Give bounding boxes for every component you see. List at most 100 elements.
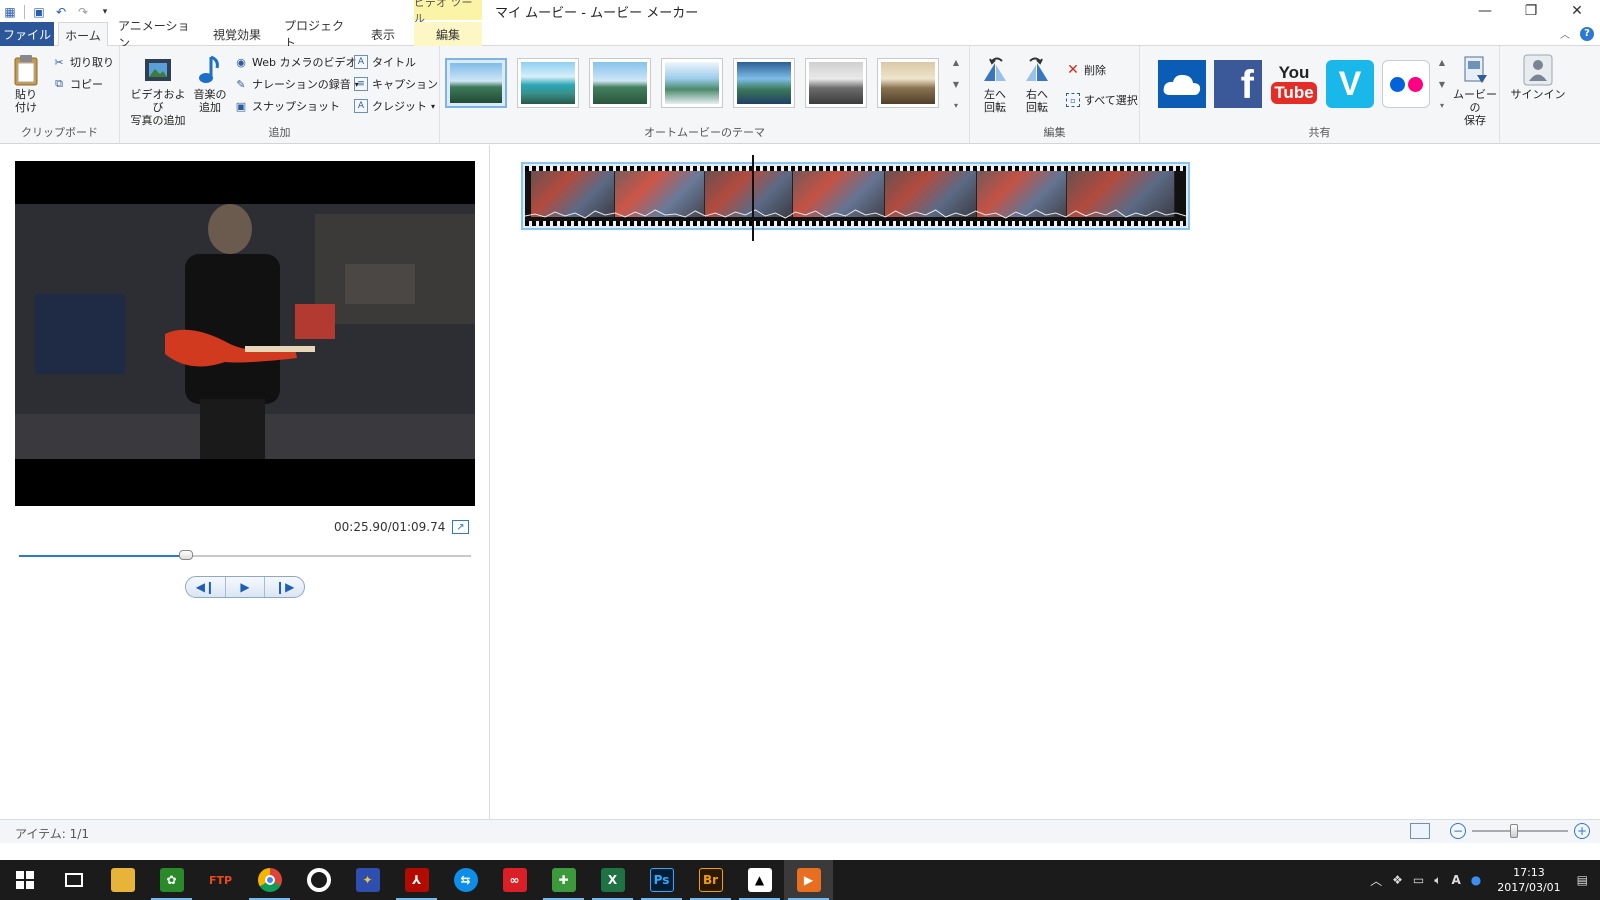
video-preview[interactable] [15,161,475,506]
show-hidden-icons-icon[interactable]: ︿ [1370,872,1382,889]
action-center-icon[interactable]: ▤ [1577,873,1588,887]
theme-sepia[interactable] [877,58,939,108]
taskbar-teamviewer[interactable]: ⇆ [441,860,490,900]
seek-bar[interactable] [19,550,471,560]
snapshot-button[interactable]: ▣ スナップショット [234,98,340,114]
task-view-button[interactable] [49,860,98,900]
close-button[interactable]: ✕ [1554,0,1600,22]
theme-default[interactable] [445,58,507,108]
theme-fade[interactable] [589,58,651,108]
record-narration-button[interactable]: ✎ ナレーションの録音 ▾ [234,76,358,92]
gallery-down-icon[interactable]: ▼ [953,80,959,89]
help-icon[interactable]: ? [1580,26,1594,41]
theme-pan-zoom[interactable] [661,58,723,108]
flickr-icon[interactable] [1382,60,1430,108]
theme-cinematic[interactable] [733,58,795,108]
redo-icon[interactable]: ↷ [75,4,91,20]
seek-thumb[interactable] [179,550,194,560]
webcam-video-button[interactable]: ◉ Web カメラのビデオ [234,54,356,70]
tab-edit[interactable]: 編集 [414,22,482,46]
share-more-icon[interactable]: ▾ [1440,101,1444,110]
previous-frame-button[interactable]: ◀❙ [186,577,226,597]
delete-button[interactable]: ✕ 削除 [1066,62,1106,78]
tab-visual-effects[interactable]: 視覚効果 [206,22,268,46]
taskbar-photos[interactable]: ▲ [735,860,784,900]
tab-file[interactable]: ファイル [0,22,54,46]
theme-gallery-scroll[interactable]: ▲ ▼ ▾ [950,58,962,110]
network-icon[interactable]: ▭ [1413,873,1424,887]
onedrive-icon[interactable] [1158,60,1206,108]
taskbar-ftp[interactable]: FTP [196,860,245,900]
share-gallery-scroll[interactable]: ▲ ▼ ▾ [1436,58,1448,110]
volume-icon[interactable]: 🔈︎ [1434,873,1441,888]
taskbar-bridge[interactable]: Br [686,860,735,900]
collapse-ribbon-icon[interactable]: ︿ [1560,26,1570,41]
zoom-slider-thumb[interactable] [1510,824,1518,838]
rotate-right-button[interactable]: 右へ 回転 [1020,54,1054,114]
save-movie-button[interactable]: ムービーの 保存 [1448,54,1502,127]
taskbar-movie-maker[interactable]: ▶ [784,860,833,900]
playhead[interactable] [752,155,754,241]
vimeo-icon[interactable]: V [1326,60,1374,108]
title-button[interactable]: A タイトル [354,54,416,70]
youtube-icon[interactable]: You Tube [1270,60,1318,108]
start-button[interactable] [0,860,49,900]
taskbar-acrobat[interactable]: ⅄ [392,860,441,900]
video-clip[interactable] [521,162,1190,230]
clock[interactable]: 17:13 2017/03/01 [1497,865,1560,895]
rotate-left-label-2: 回転 [984,101,1006,114]
zoom-in-button[interactable]: + [1574,823,1590,839]
app-icon[interactable]: ▦ [2,4,18,20]
undo-icon[interactable]: ↶ [53,4,69,20]
taskbar-creative-cloud[interactable]: ∞ [490,860,539,900]
fullscreen-icon[interactable]: ↗ [452,520,469,534]
taskbar-app-green[interactable]: ✚ [539,860,588,900]
taskbar-excel[interactable]: X [588,860,637,900]
zoom-out-button[interactable]: − [1450,823,1466,839]
copy-button[interactable]: ⧉ コピー [52,76,103,92]
tab-project[interactable]: プロジェクト [284,19,350,50]
share-up-icon[interactable]: ▲ [1439,58,1445,67]
taskbar-app-map[interactable]: ✦ [343,860,392,900]
map-app-icon: ✦ [355,868,380,892]
minimize-button[interactable]: — [1462,0,1508,22]
tab-home[interactable]: ホーム [58,22,108,47]
group-editing: 左へ 回転 右へ 回転 ✕ 削除 ▫ すべて選択 編集 [970,46,1140,144]
tab-animation[interactable]: アニメーション [118,19,192,50]
tab-view[interactable]: 表示 [362,22,404,46]
webcam-label: Web カメラのビデオ [252,56,357,69]
narration-label: ナレーションの録音 [252,78,351,91]
theme-black-white[interactable] [805,58,867,108]
save-icon[interactable]: ▣ [31,4,47,20]
add-music-button[interactable]: 音楽の 追加 [190,54,230,114]
rotate-left-button[interactable]: 左へ 回転 [978,54,1012,114]
maximize-button[interactable]: ❐ [1508,0,1554,22]
gallery-more-icon[interactable]: ▾ [954,101,958,110]
zoom-slider[interactable] [1472,824,1568,838]
taskbar-chrome[interactable] [245,860,294,900]
play-button[interactable]: ▶ [226,577,266,597]
gallery-up-icon[interactable]: ▲ [953,58,959,67]
taskbar-app-tools[interactable]: ✿ [147,860,196,900]
select-all-button[interactable]: ▫ すべて選択 [1066,92,1138,108]
caption-button[interactable]: ≡ キャプション [354,76,438,92]
facebook-icon[interactable]: f [1214,60,1262,108]
cut-button[interactable]: ✂ 切り取り [52,54,114,70]
theme-contemporary[interactable] [517,58,579,108]
next-frame-button[interactable]: ❙▶ [265,577,304,597]
taskbar-file-explorer[interactable] [98,860,147,900]
taskbar-opera[interactable] [294,860,343,900]
add-videos-photos-button[interactable]: ビデオおよび 写真の追加 [126,54,190,127]
dropbox-icon[interactable]: ❖ [1392,873,1403,887]
taskbar-photoshop[interactable]: Ps [637,860,686,900]
share-down-icon[interactable]: ▼ [1439,80,1445,89]
ime-indicator[interactable]: A [1451,873,1460,887]
paste-button[interactable]: 貼り 付け [8,54,44,114]
playback-controls: ◀❙ ▶ ❙▶ [185,576,305,598]
credits-button[interactable]: A クレジット ▾ [354,98,435,114]
sign-in-button[interactable]: サインイン [1508,54,1568,101]
thumbnail-size-icon[interactable] [1410,823,1430,839]
onedrive-tray-icon[interactable]: ● [1471,873,1481,887]
customize-qat-icon[interactable]: ▾ [97,4,113,20]
microphone-icon: ✎ [236,77,246,91]
